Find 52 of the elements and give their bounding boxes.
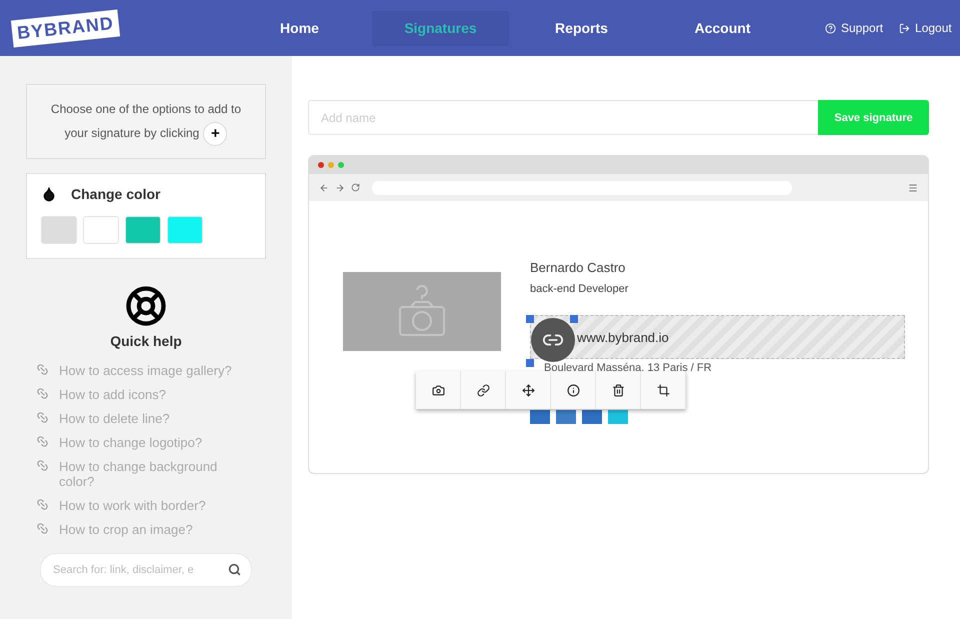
social-icon[interactable] [556,410,576,424]
signature-role: back-end Developer [530,283,630,295]
add-button[interactable]: + [203,122,228,146]
info-icon [566,384,580,396]
color-swatch[interactable] [125,216,161,244]
lifebuoy-icon [125,284,167,327]
nav-tab[interactable]: Account [654,10,791,46]
search-field[interactable]: Search for: link, disclaimer, e [40,552,252,587]
crop-icon [656,384,670,396]
help-link[interactable]: How to delete line? [59,410,249,426]
help-link[interactable]: How to change logotipo? [59,434,249,450]
forward-icon [335,182,345,192]
help-link[interactable]: How to add icons? [59,386,249,402]
nav-tab[interactable]: Signatures [372,10,509,46]
nav-tab[interactable]: Reports [513,10,650,46]
search-icon [228,563,241,576]
close-dot [318,162,324,168]
camera-icon [432,384,444,396]
help-link[interactable]: How to change background color? [59,458,249,489]
resize-handle[interactable] [526,359,534,367]
menu-icon [908,182,918,192]
color-title: Change color [71,186,160,202]
nav-tab[interactable]: Home [231,10,368,46]
help-link[interactable]: How to access image gallery? [59,362,249,378]
help-icon [825,22,836,34]
social-icon[interactable] [608,410,628,424]
hint-text: Choose one of the options to add to your signature by clicking + [46,97,246,146]
color-swatch[interactable] [83,216,119,244]
link-icon [476,384,490,396]
resize-handle[interactable] [570,315,578,323]
back-icon [319,182,329,192]
resize-handle[interactable] [526,315,534,323]
help-title: Quick help [110,332,182,349]
maximize-dot [338,162,344,168]
social-icon[interactable] [582,410,602,424]
droplet-icon [41,186,57,202]
color-swatch[interactable] [41,216,77,244]
minimize-dot [328,162,334,168]
signature-address: Boulevard Masséna, 13 Paris / FR [543,362,713,374]
move-icon [522,384,534,396]
trash-icon [612,384,624,396]
signature-name: Bernardo Castro [530,260,626,275]
support-link[interactable]: Support [825,21,884,35]
save-button[interactable]: Save signature [818,100,929,135]
help-link[interactable]: How to crop an image? [59,522,249,537]
social-icon[interactable] [530,410,550,424]
help-link[interactable]: How to work with border? [59,498,249,513]
reload-icon [351,183,360,192]
color-swatch[interactable] [167,216,203,244]
logo: BYBRAND [10,8,120,48]
logout-icon [899,22,910,34]
logout-link[interactable]: Logout [899,21,952,35]
